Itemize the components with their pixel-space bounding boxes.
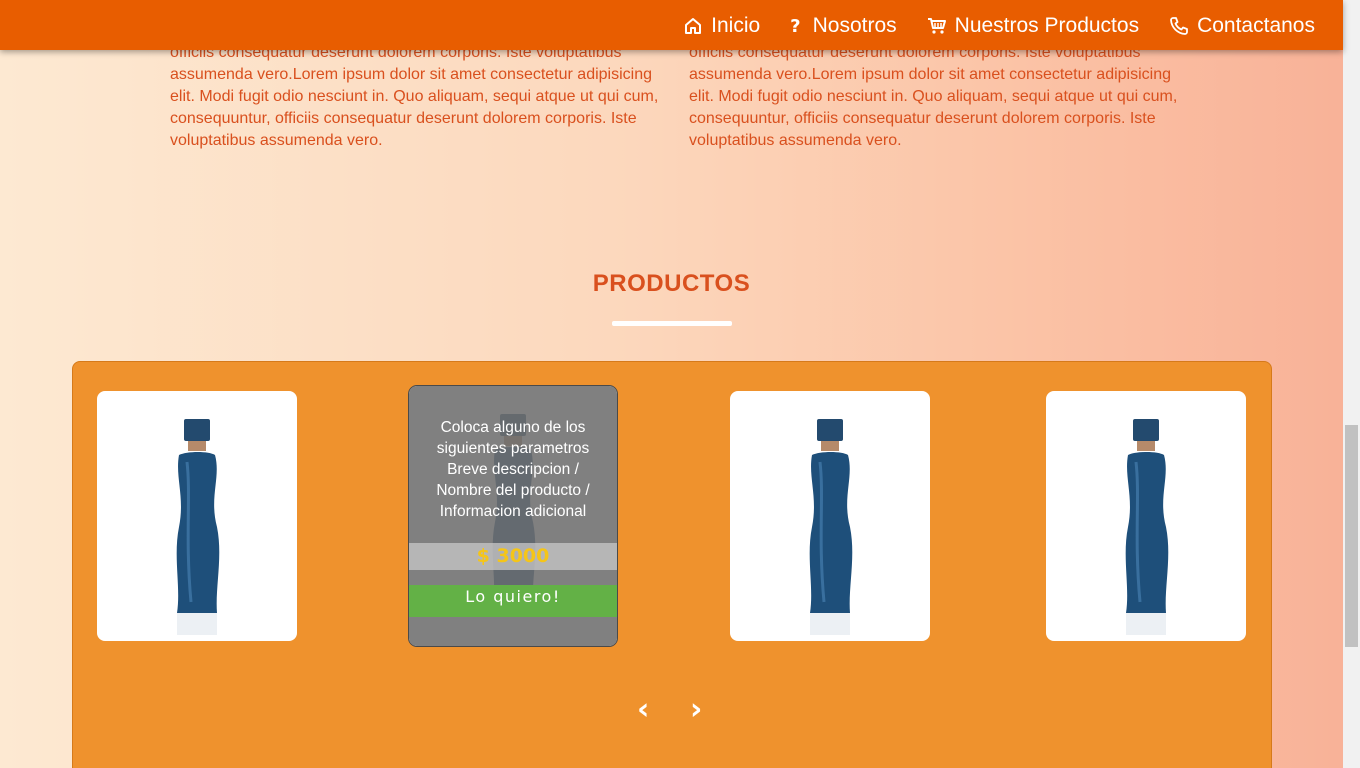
- perfume-bottle-image: [809, 419, 853, 635]
- navbar: Inicio ? Nosotros Nuestros Productos Con…: [0, 0, 1343, 50]
- price-band: $ 3000: [409, 543, 617, 570]
- about-text-left: officiis consequatur deserunt dolorem co…: [170, 44, 659, 149]
- nav-item-label: Contactanos: [1197, 14, 1315, 37]
- carousel-next-arrow[interactable]: ›: [690, 692, 702, 728]
- question-icon: ?: [790, 15, 801, 37]
- perfume-bottle-image: [1125, 419, 1169, 635]
- nav-item-nosotros[interactable]: ? Nosotros: [790, 12, 896, 38]
- product-card[interactable]: [97, 391, 297, 641]
- nav-item-label: Inicio: [711, 14, 761, 37]
- perfume-bottle-image: [176, 419, 220, 635]
- cart-icon: [927, 18, 946, 34]
- lo-quiero-button[interactable]: Lo quiero!: [409, 585, 617, 617]
- nav-item-productos[interactable]: Nuestros Productos: [927, 12, 1139, 38]
- product-card[interactable]: [1046, 391, 1246, 641]
- phone-icon: [1170, 17, 1188, 35]
- page-scrollbar[interactable]: [1343, 0, 1360, 768]
- home-icon: [685, 18, 702, 34]
- product-card-hovered[interactable]: Coloca alguno de los siguientes parametr…: [408, 385, 618, 647]
- nav-item-label: Nuestros Productos: [954, 14, 1140, 37]
- nav-item-contactanos[interactable]: Contactanos: [1169, 12, 1315, 38]
- nav-item-inicio[interactable]: Inicio: [683, 12, 760, 38]
- nav-menu: Inicio ? Nosotros Nuestros Productos Con…: [683, 0, 1315, 50]
- product-carousel: Coloca alguno de los siguientes parametr…: [72, 361, 1272, 768]
- about-text-right: officiis consequatur deserunt dolorem co…: [689, 44, 1178, 149]
- product-price: $ 3000: [476, 545, 550, 567]
- section-title: PRODUCTOS: [592, 270, 751, 297]
- carousel-prev-arrow[interactable]: ‹: [637, 692, 649, 728]
- product-description: Coloca alguno de los siguientes parametr…: [436, 419, 590, 520]
- scrollbar-thumb[interactable]: [1345, 425, 1358, 647]
- product-hover-overlay: Coloca alguno de los siguientes parametr…: [409, 386, 617, 646]
- title-underline: [612, 321, 732, 326]
- nav-item-label: Nosotros: [812, 14, 897, 37]
- product-card[interactable]: [730, 391, 930, 641]
